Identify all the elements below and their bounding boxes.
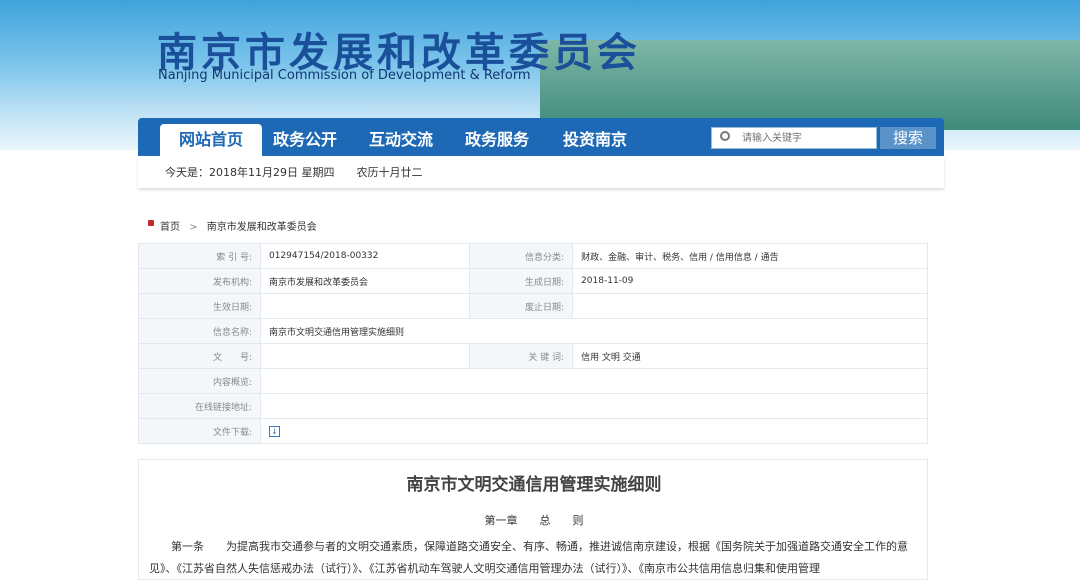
search-box [711,127,877,149]
search-icon [720,131,730,141]
search-button[interactable]: 搜索 [880,127,936,149]
meta-table: 索 引 号: 012947154/2018-00332 信息分类: 财政、金融、审计、… [138,243,928,444]
nav-home[interactable]: 网站首页 [160,124,262,156]
article: 南京市文明交通信用管理实施细则 第一章 总 则 第一条 为提高我市交通参与者的文… [138,459,928,580]
download-icon[interactable]: ↓ [269,425,280,437]
search-input[interactable] [742,128,872,148]
breadcrumb: 首页 > 南京市发展和改革委员会 [148,218,317,233]
